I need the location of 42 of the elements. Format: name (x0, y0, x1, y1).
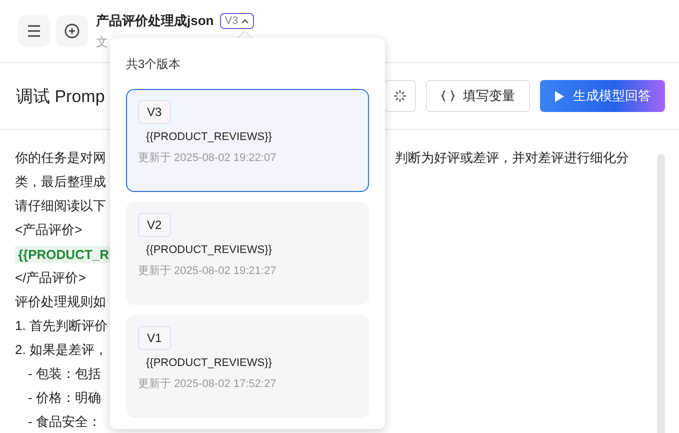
updated-time: 更新于 2025-08-02 19:21:27 (138, 264, 276, 278)
version-content: {{PRODUCT_REVIEWS}} (145, 131, 272, 143)
version-tag: V2 (138, 213, 171, 237)
sparkle-icon (393, 89, 407, 103)
prompt-text: 类，最后整理成 (15, 173, 106, 191)
play-icon (554, 90, 565, 102)
prompt-text: <产品评价> (15, 221, 82, 239)
caret-icon (241, 18, 250, 24)
scrollbar[interactable] (657, 154, 665, 433)
versions-count: 共3个版本 (126, 56, 182, 73)
version-dropdown[interactable]: V3 (220, 12, 254, 28)
fill-variables-button[interactable]: 填写变量 (426, 80, 530, 112)
menu-icon (27, 25, 41, 37)
version-card[interactable]: V1 {{PRODUCT_REVIEWS}} 更新于 2025-08-02 17:52:27 (126, 315, 369, 418)
version-content: {{PRODUCT_REVIEWS}} (145, 244, 272, 256)
variable-tag: {{PRODUCT_R (15, 246, 112, 262)
updated-time: 更新于 2025-08-02 17:52:27 (138, 376, 276, 391)
prompt-text: - 价格：明确 (27, 389, 101, 407)
version-content: {{PRODUCT_REVIEWS}} (145, 357, 272, 369)
braces-icon (441, 90, 455, 102)
prompt-text: 你的任务是对网 (15, 149, 106, 167)
panel-title: 调试 Promp (16, 86, 106, 108)
updated-time: 更新于 2025-08-02 19:22:07 (138, 150, 276, 165)
version-card[interactable]: V3 {{PRODUCT_REVIEWS}} 更新于 2025-08-02 19:22:07 (126, 89, 369, 192)
prompt-text: 1. 首先判断评价 (15, 317, 108, 335)
prompt-subtitle: 文 (96, 34, 108, 50)
prompt-text: 评价处理规则如 (15, 293, 106, 311)
version-card[interactable]: V2 {{PRODUCT_REVIEWS}} 更新于 2025-08-02 19:21:27 (126, 202, 369, 305)
prompt-text: 判断为好评或差评，并对差评进行细化分 (395, 149, 629, 167)
prompt-text: </产品评价> (15, 269, 86, 287)
generate-button[interactable]: 生成模型回答 (540, 80, 665, 112)
version-tag: V1 (138, 326, 171, 350)
prompt-text: - 包装：包括 (27, 365, 101, 383)
prompt-text: 请仔细阅读以下 (15, 197, 106, 215)
add-button[interactable] (56, 15, 88, 47)
plus-circle-icon (64, 23, 80, 39)
prompt-text: 2. 如果是差评， (15, 341, 108, 359)
prompt-title: 产品评价处理成json (96, 12, 214, 30)
sparkle-button[interactable] (384, 80, 416, 112)
version-tag: V3 (138, 100, 171, 124)
menu-button[interactable] (18, 15, 50, 47)
prompt-text: - 食品安全： (27, 413, 101, 431)
